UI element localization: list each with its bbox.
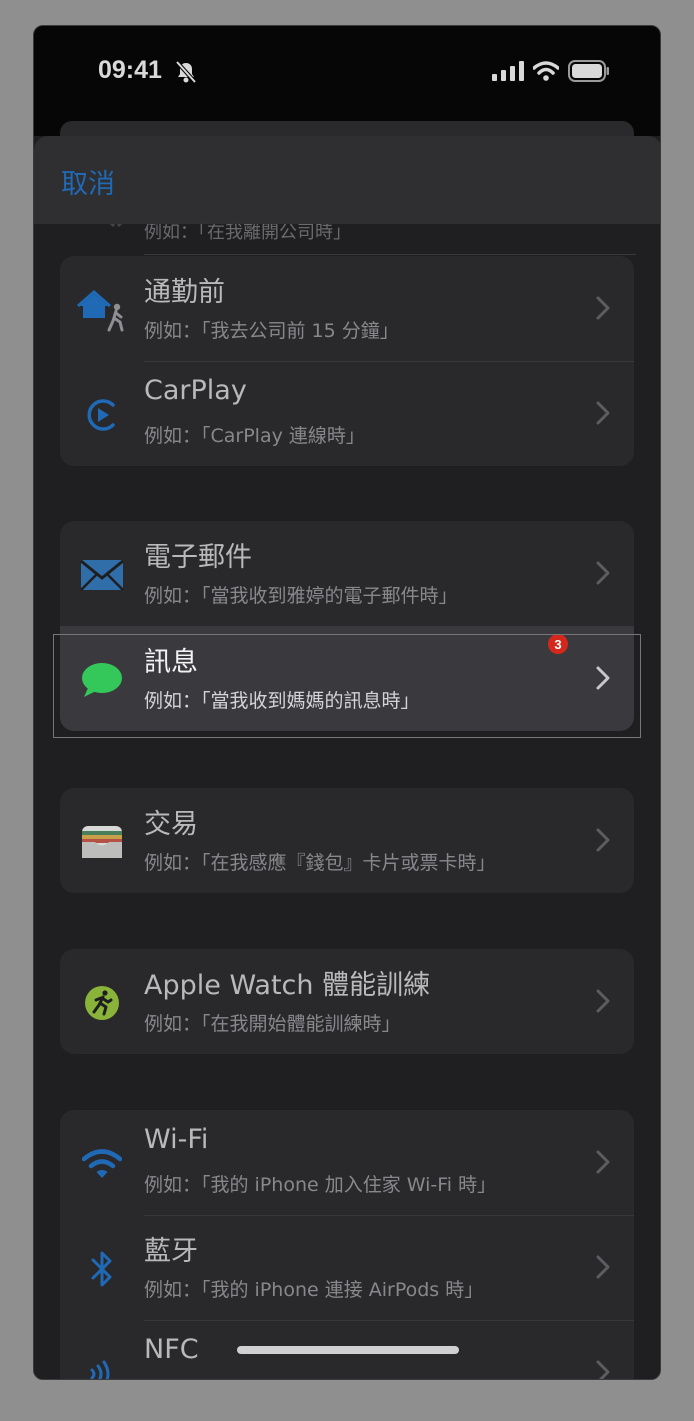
- list-item-wifi[interactable]: Wi-Fi 例如：「我的 iPhone 加入住家 Wi-Fi 時」: [60, 1110, 634, 1215]
- cellular-signal-icon: [492, 61, 524, 85]
- item-title: 訊息: [144, 647, 198, 678]
- mail-messages-group: 電子郵件 例如：「當我收到雅婷的電子郵件時」 訊息 例如：「當我收到媽媽的訊息時…: [60, 521, 634, 731]
- messages-icon: [74, 652, 130, 708]
- notification-badge: 3: [548, 634, 568, 654]
- silent-mode-icon: [175, 60, 197, 88]
- chevron-right-icon: [596, 401, 610, 429]
- wifi-status-icon: [532, 61, 560, 85]
- list-item-transaction[interactable]: 交易 例如：「在我感應『錢包』卡片或票卡時」: [60, 788, 634, 893]
- nfc-icon: [74, 1346, 130, 1379]
- connectivity-group: Wi-Fi 例如：「我的 iPhone 加入住家 Wi-Fi 時」 藍牙 例如：…: [60, 1110, 634, 1379]
- list-item-bluetooth[interactable]: 藍牙 例如：「我的 iPhone 連接 AirPods 時」: [60, 1215, 634, 1320]
- transaction-group: 交易 例如：「在我感應『錢包』卡片或票卡時」: [60, 788, 634, 893]
- list-item-commute[interactable]: 通勤前 例如：「我去公司前 15 分鐘」: [60, 256, 634, 361]
- list-item-carplay[interactable]: CarPlay 例如：「CarPlay 連線時」: [60, 361, 634, 466]
- workout-icon: [74, 975, 130, 1031]
- cancel-button[interactable]: 取消: [61, 162, 115, 201]
- item-title: 通勤前: [144, 277, 225, 308]
- chevron-right-icon: [596, 1255, 610, 1283]
- chevron-right-icon: [596, 666, 610, 694]
- status-bar: 09:41: [34, 26, 660, 136]
- list-item-messages[interactable]: 訊息 例如：「當我收到媽媽的訊息時」 3: [60, 626, 634, 731]
- workout-group: Apple Watch 體能訓練 例如：「在我開始體能訓練時」: [60, 949, 634, 1054]
- item-title: Wi-Fi: [144, 1124, 209, 1155]
- phone-screen: 09:41 取消 例如：「在我離開公司時」 通勤前 例如：「我去公司前 15 分…: [33, 25, 661, 1380]
- wifi-icon: [74, 1136, 130, 1192]
- item-subtitle: 例如：「當我收到媽媽的訊息時」: [144, 690, 420, 712]
- chevron-right-icon: [596, 989, 610, 1017]
- list-item-apple-watch-workout[interactable]: Apple Watch 體能訓練 例如：「在我開始體能訓練時」: [60, 949, 634, 1054]
- chevron-right-icon: [596, 561, 610, 589]
- item-title: 藍牙: [144, 1236, 198, 1267]
- automation-trigger-sheet: 取消 例如：「在我離開公司時」 通勤前 例如：「我去公司前 15 分鐘」 Car…: [34, 136, 660, 1379]
- item-subtitle: 例如：「當我收到雅婷的電子郵件時」: [144, 585, 458, 607]
- status-indicators: [492, 60, 610, 86]
- item-subtitle: 例如：「我的 iPhone 加入住家 Wi-Fi 時」: [144, 1174, 497, 1196]
- navigation-bar: 取消: [34, 136, 660, 224]
- item-title: NFC: [144, 1334, 199, 1365]
- item-title: Apple Watch 體能訓練: [144, 970, 431, 1001]
- wallet-icon: [74, 814, 130, 870]
- chevron-right-icon: [596, 1360, 610, 1379]
- item-title: 電子郵件: [144, 542, 252, 573]
- commute-carplay-group: 通勤前 例如：「我去公司前 15 分鐘」 CarPlay 例如：「CarPlay…: [60, 256, 634, 466]
- bluetooth-icon: [74, 1241, 130, 1297]
- battery-icon: [568, 60, 610, 86]
- item-subtitle: 例如：「CarPlay 連線時」: [144, 425, 365, 447]
- item-title: CarPlay: [144, 375, 247, 406]
- item-title: 交易: [144, 809, 198, 840]
- mail-icon: [74, 547, 130, 603]
- item-subtitle: 例如：「在我開始體能訓練時」: [144, 1013, 401, 1035]
- chevron-right-icon: [596, 1150, 610, 1178]
- item-subtitle: 例如：「我去公司前 15 分鐘」: [144, 320, 399, 342]
- chevron-right-icon: [596, 828, 610, 856]
- separator: [144, 254, 636, 255]
- item-subtitle: 例如：「在我感應『錢包』卡片或票卡時」: [144, 852, 496, 874]
- status-time: 09:41: [98, 56, 162, 84]
- list-item-email[interactable]: 電子郵件 例如：「當我收到雅婷的電子郵件時」: [60, 521, 634, 626]
- carplay-icon: [74, 387, 130, 443]
- home-indicator[interactable]: [237, 1346, 459, 1354]
- home-walk-icon: [74, 282, 130, 338]
- item-subtitle: 例如：「我的 iPhone 連接 AirPods 時」: [144, 1279, 484, 1301]
- chevron-right-icon: [596, 296, 610, 324]
